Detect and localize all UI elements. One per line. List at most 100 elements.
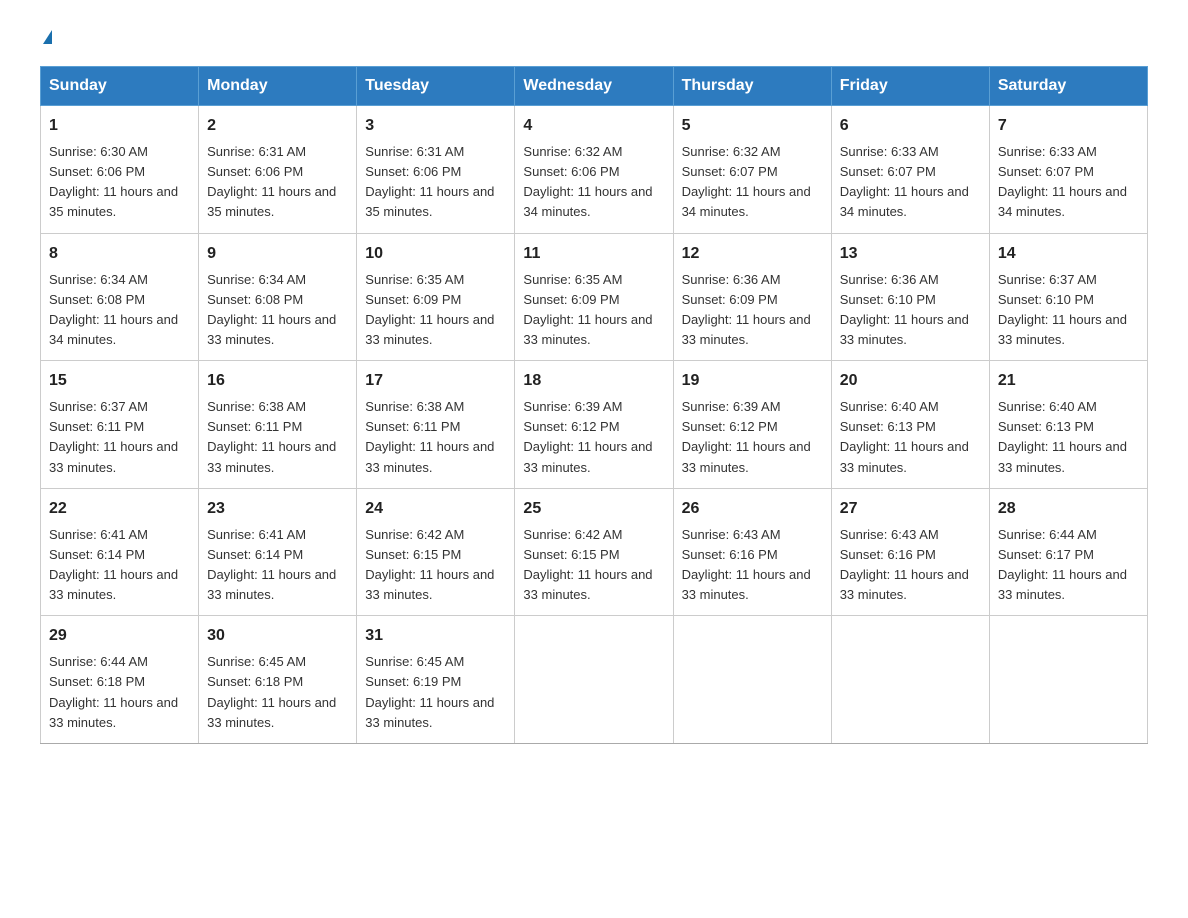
day-number: 8 xyxy=(49,242,190,266)
header-tuesday: Tuesday xyxy=(357,67,515,106)
day-info: Sunrise: 6:32 AMSunset: 6:06 PMDaylight:… xyxy=(523,144,652,219)
week-row-3: 15 Sunrise: 6:37 AMSunset: 6:11 PMDayligh… xyxy=(41,361,1148,489)
calendar-cell: 20 Sunrise: 6:40 AMSunset: 6:13 PMDayligh… xyxy=(831,361,989,489)
calendar-cell: 17 Sunrise: 6:38 AMSunset: 6:11 PMDayligh… xyxy=(357,361,515,489)
calendar-cell: 11 Sunrise: 6:35 AMSunset: 6:09 PMDayligh… xyxy=(515,233,673,361)
calendar-cell: 4 Sunrise: 6:32 AMSunset: 6:06 PMDaylight… xyxy=(515,106,673,234)
calendar-cell: 8Sunrise: 6:34 AMSunset: 6:08 PMDaylight… xyxy=(41,233,199,361)
day-number: 30 xyxy=(207,624,348,648)
day-number: 14 xyxy=(998,242,1139,266)
day-number: 16 xyxy=(207,369,348,393)
day-info: Sunrise: 6:37 AMSunset: 6:11 PMDaylight:… xyxy=(49,399,178,474)
calendar-cell: 22 Sunrise: 6:41 AMSunset: 6:14 PMDayligh… xyxy=(41,488,199,616)
day-info: Sunrise: 6:30 AMSunset: 6:06 PMDaylight:… xyxy=(49,144,178,219)
day-info: Sunrise: 6:33 AMSunset: 6:07 PMDaylight:… xyxy=(840,144,969,219)
day-info: Sunrise: 6:32 AMSunset: 6:07 PMDaylight:… xyxy=(682,144,811,219)
day-number: 29 xyxy=(49,624,190,648)
day-number: 4 xyxy=(523,114,664,138)
calendar-header: SundayMondayTuesdayWednesdayThursdayFrid… xyxy=(41,67,1148,106)
calendar-cell: 26 Sunrise: 6:43 AMSunset: 6:16 PMDayligh… xyxy=(673,488,831,616)
day-number: 15 xyxy=(49,369,190,393)
day-number: 18 xyxy=(523,369,664,393)
day-number: 19 xyxy=(682,369,823,393)
day-number: 26 xyxy=(682,497,823,521)
calendar-cell: 10 Sunrise: 6:35 AMSunset: 6:09 PMDayligh… xyxy=(357,233,515,361)
day-number: 2 xyxy=(207,114,348,138)
day-number: 25 xyxy=(523,497,664,521)
day-info: Sunrise: 6:39 AMSunset: 6:12 PMDaylight:… xyxy=(682,399,811,474)
day-info: Sunrise: 6:41 AMSunset: 6:14 PMDaylight:… xyxy=(49,527,178,602)
calendar-cell: 27Sunrise: 6:43 AMSunset: 6:16 PMDayligh… xyxy=(831,488,989,616)
logo xyxy=(40,30,52,46)
header-monday: Monday xyxy=(199,67,357,106)
day-number: 10 xyxy=(365,242,506,266)
header-friday: Friday xyxy=(831,67,989,106)
calendar-cell: 2Sunrise: 6:31 AMSunset: 6:06 PMDaylight… xyxy=(199,106,357,234)
day-info: Sunrise: 6:45 AMSunset: 6:18 PMDaylight:… xyxy=(207,654,336,729)
calendar-cell: 21 Sunrise: 6:40 AMSunset: 6:13 PMDayligh… xyxy=(989,361,1147,489)
day-info: Sunrise: 6:35 AMSunset: 6:09 PMDaylight:… xyxy=(365,272,494,347)
calendar-cell: 7 Sunrise: 6:33 AMSunset: 6:07 PMDaylight… xyxy=(989,106,1147,234)
day-info: Sunrise: 6:44 AMSunset: 6:18 PMDaylight:… xyxy=(49,654,178,729)
calendar-cell: 30 Sunrise: 6:45 AMSunset: 6:18 PMDayligh… xyxy=(199,616,357,744)
day-info: Sunrise: 6:34 AMSunset: 6:08 PMDaylight:… xyxy=(207,272,336,347)
week-row-2: 8 Sunrise: 6:34 AMSunset: 6:08 PMDaylight… xyxy=(41,233,1148,361)
day-number: 27 xyxy=(840,497,981,521)
day-number: 20 xyxy=(840,369,981,393)
day-number: 11 xyxy=(523,242,664,266)
logo-triangle-icon xyxy=(43,30,52,44)
week-row-1: 1Sunrise: 6:30 AMSunset: 6:06 PMDaylight… xyxy=(41,106,1148,234)
day-info: Sunrise: 6:36 AMSunset: 6:09 PMDaylight:… xyxy=(682,272,811,347)
day-number: 13 xyxy=(840,242,981,266)
day-info: Sunrise: 6:42 AMSunset: 6:15 PMDaylight:… xyxy=(365,527,494,602)
day-info: Sunrise: 6:40 AMSunset: 6:13 PMDaylight:… xyxy=(998,399,1127,474)
day-info: Sunrise: 6:42 AMSunset: 6:15 PMDaylight:… xyxy=(523,527,652,602)
day-number: 3 xyxy=(365,114,506,138)
calendar-cell: 3 Sunrise: 6:31 AMSunset: 6:06 PMDaylight… xyxy=(357,106,515,234)
day-info: Sunrise: 6:45 AMSunset: 6:19 PMDaylight:… xyxy=(365,654,494,729)
day-info: Sunrise: 6:39 AMSunset: 6:12 PMDaylight:… xyxy=(523,399,652,474)
calendar-cell: 6 Sunrise: 6:33 AMSunset: 6:07 PMDaylight… xyxy=(831,106,989,234)
day-info: Sunrise: 6:38 AMSunset: 6:11 PMDaylight:… xyxy=(365,399,494,474)
day-number: 9 xyxy=(207,242,348,266)
day-info: Sunrise: 6:38 AMSunset: 6:11 PMDaylight:… xyxy=(207,399,336,474)
calendar-table: SundayMondayTuesdayWednesdayThursdayFrid… xyxy=(40,66,1148,744)
calendar-cell: 5 Sunrise: 6:32 AMSunset: 6:07 PMDaylight… xyxy=(673,106,831,234)
calendar-cell: 1Sunrise: 6:30 AMSunset: 6:06 PMDaylight… xyxy=(41,106,199,234)
day-number: 17 xyxy=(365,369,506,393)
calendar-cell: 12 Sunrise: 6:36 AMSunset: 6:09 PMDayligh… xyxy=(673,233,831,361)
day-number: 7 xyxy=(998,114,1139,138)
calendar-cell: 23Sunrise: 6:41 AMSunset: 6:14 PMDayligh… xyxy=(199,488,357,616)
day-info: Sunrise: 6:37 AMSunset: 6:10 PMDaylight:… xyxy=(998,272,1127,347)
day-info: Sunrise: 6:44 AMSunset: 6:17 PMDaylight:… xyxy=(998,527,1127,602)
calendar-cell: 9 Sunrise: 6:34 AMSunset: 6:08 PMDaylight… xyxy=(199,233,357,361)
day-info: Sunrise: 6:35 AMSunset: 6:09 PMDaylight:… xyxy=(523,272,652,347)
day-info: Sunrise: 6:40 AMSunset: 6:13 PMDaylight:… xyxy=(840,399,969,474)
calendar-cell: 14 Sunrise: 6:37 AMSunset: 6:10 PMDayligh… xyxy=(989,233,1147,361)
header-row: SundayMondayTuesdayWednesdayThursdayFrid… xyxy=(41,67,1148,106)
day-number: 21 xyxy=(998,369,1139,393)
day-number: 12 xyxy=(682,242,823,266)
page-header xyxy=(40,30,1148,46)
calendar-cell: 31Sunrise: 6:45 AMSunset: 6:19 PMDayligh… xyxy=(357,616,515,744)
day-number: 5 xyxy=(682,114,823,138)
day-number: 6 xyxy=(840,114,981,138)
calendar-cell xyxy=(673,616,831,744)
day-number: 22 xyxy=(49,497,190,521)
day-info: Sunrise: 6:36 AMSunset: 6:10 PMDaylight:… xyxy=(840,272,969,347)
day-info: Sunrise: 6:43 AMSunset: 6:16 PMDaylight:… xyxy=(682,527,811,602)
calendar-cell: 19 Sunrise: 6:39 AMSunset: 6:12 PMDayligh… xyxy=(673,361,831,489)
day-number: 23 xyxy=(207,497,348,521)
day-info: Sunrise: 6:31 AMSunset: 6:06 PMDaylight:… xyxy=(365,144,494,219)
calendar-cell xyxy=(831,616,989,744)
header-thursday: Thursday xyxy=(673,67,831,106)
header-wednesday: Wednesday xyxy=(515,67,673,106)
header-sunday: Sunday xyxy=(41,67,199,106)
calendar-cell: 24 Sunrise: 6:42 AMSunset: 6:15 PMDayligh… xyxy=(357,488,515,616)
day-number: 24 xyxy=(365,497,506,521)
calendar-cell: 15 Sunrise: 6:37 AMSunset: 6:11 PMDayligh… xyxy=(41,361,199,489)
calendar-body: 1Sunrise: 6:30 AMSunset: 6:06 PMDaylight… xyxy=(41,106,1148,744)
week-row-5: 29 Sunrise: 6:44 AMSunset: 6:18 PMDayligh… xyxy=(41,616,1148,744)
calendar-cell: 28Sunrise: 6:44 AMSunset: 6:17 PMDayligh… xyxy=(989,488,1147,616)
day-info: Sunrise: 6:33 AMSunset: 6:07 PMDaylight:… xyxy=(998,144,1127,219)
